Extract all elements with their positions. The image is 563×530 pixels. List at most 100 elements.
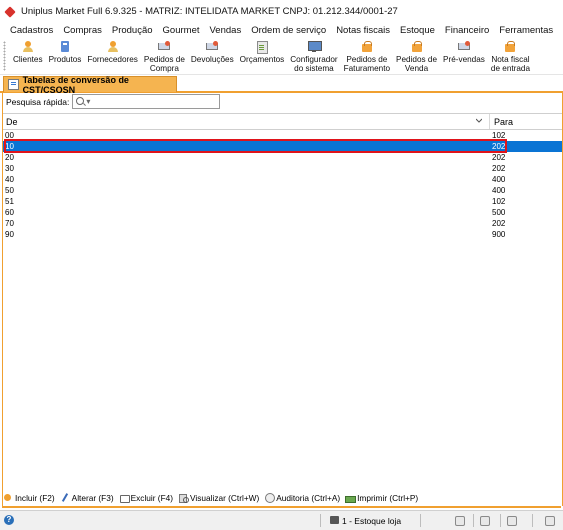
toolbar-button[interactable]: Clientes <box>10 38 46 64</box>
status-separator <box>500 514 501 527</box>
table-row[interactable]: 40 400 <box>3 174 562 185</box>
status-bar: ? 1 - Estoque loja <box>0 510 563 530</box>
table-row[interactable]: 70 202 <box>3 218 562 229</box>
print-icon <box>345 493 357 503</box>
cell-de: 00 <box>5 131 14 140</box>
toolbar-grip[interactable] <box>3 41 6 71</box>
search-label: Pesquisa rápida: <box>6 96 70 107</box>
action-bar: Incluir (F2) Alterar (F3) Excluir (F4) Visu… <box>3 491 562 504</box>
action-button[interactable]: Incluir (F2) <box>3 493 55 503</box>
cell-de: 51 <box>5 197 14 206</box>
cell-para: 500 <box>492 208 506 217</box>
toolbar-button-label: Configurador do sistema <box>290 55 338 73</box>
toolbar-button-label: Pedidos de Compra <box>143 55 185 73</box>
status-icon <box>480 516 490 526</box>
toolbar-button-label: Produtos <box>48 55 82 64</box>
action-label: Auditoria (Ctrl+A) <box>276 492 341 503</box>
selection-highlight-box <box>4 139 507 153</box>
tab-tabelas-conversao[interactable]: Tabelas de conversão de CST/CSOSN <box>3 75 177 95</box>
menu-item[interactable]: Ordem de serviço <box>246 25 331 36</box>
toolbar-button-label: Clientes <box>13 55 43 64</box>
toolbar-button[interactable]: Pedidos de Faturamento <box>341 38 393 73</box>
table-row[interactable]: 10 202 <box>3 139 562 153</box>
cell-de: 10 <box>5 142 14 151</box>
tab-strip: Tabelas de conversão de CST/CSOSN <box>0 75 563 95</box>
help-icon[interactable]: ? <box>4 515 14 525</box>
table-row[interactable]: 30 202 <box>3 163 562 174</box>
cell-de: 50 <box>5 186 14 195</box>
menu-item[interactable]: Financeiro <box>440 25 494 36</box>
table-body: 00 102 10 202 20 202 30 202 40 400 50 400 51 102 60 500… <box>3 130 562 240</box>
status-separator <box>320 514 321 527</box>
cart-icon <box>457 41 471 53</box>
toolbar-button-label: Pedidos de Venda <box>396 55 438 73</box>
window-title: Uniplus Market Full 6.9.325 - MATRIZ: IN… <box>21 6 398 17</box>
sort-chevron-icon[interactable] <box>476 118 482 124</box>
toolbar-button[interactable]: Produtos <box>46 38 85 64</box>
table-row[interactable]: 00 102 <box>3 130 562 141</box>
action-button[interactable]: Excluir (F4) <box>119 493 173 503</box>
status-icon <box>545 516 555 526</box>
action-button[interactable]: Imprimir (Ctrl+P) <box>345 493 418 503</box>
cell-para: 400 <box>492 175 506 184</box>
menu-item[interactable]: Ferramentas <box>494 25 558 36</box>
action-button[interactable]: Alterar (F3) <box>60 493 114 503</box>
toolbar-button-label: Pedidos de Faturamento <box>343 55 391 73</box>
search-icon <box>76 97 85 105</box>
toolbar-button-label: Nota fiscal de entrada <box>490 55 531 73</box>
plus-icon <box>3 493 13 502</box>
toolbar-button-label: Orçamentos <box>239 55 285 64</box>
cell-para: 102 <box>492 197 506 206</box>
action-label: Excluir (F4) <box>130 492 174 503</box>
chevron-down-icon[interactable]: ▾ <box>86 97 90 106</box>
content-panel: Pesquisa rápida: ▾ De Para 00 102 10 202 20 2… <box>2 93 563 506</box>
toolbar-button[interactable]: Orçamentos <box>237 38 288 64</box>
cell-para: 202 <box>492 153 506 162</box>
monitor-icon <box>307 41 322 53</box>
person-icon <box>106 41 120 53</box>
cart-icon <box>157 41 171 53</box>
toolbar-button-label: Fornecedores <box>87 55 138 64</box>
toolbar-button[interactable]: Configurador do sistema <box>287 38 340 73</box>
pencil-icon <box>60 493 70 502</box>
toolbar-button-label: Pré-vendas <box>443 55 485 64</box>
toolbar-button[interactable]: Pedidos de Compra <box>141 38 188 73</box>
cell-de: 90 <box>5 230 14 239</box>
cell-para: 102 <box>492 131 506 140</box>
menu-item[interactable]: Produção <box>107 25 158 36</box>
status-icon <box>507 516 517 526</box>
toolbar-button[interactable]: Nota fiscal de entrada <box>488 38 533 73</box>
store-icon <box>330 516 339 524</box>
menu-item[interactable]: Gourmet <box>158 25 205 36</box>
toolbar: Clientes Produtos Fornecedores Pedidos de C… <box>0 38 563 75</box>
toolbar-button[interactable]: Devoluções <box>188 38 237 64</box>
divider <box>2 506 561 508</box>
bag-icon <box>360 41 374 53</box>
bag-icon <box>410 41 424 53</box>
table-row[interactable]: 60 500 <box>3 207 562 218</box>
cell-de: 30 <box>5 164 14 173</box>
cell-para: 900 <box>492 230 506 239</box>
column-separator[interactable] <box>489 114 490 129</box>
menu-item[interactable]: Estoque <box>395 25 440 36</box>
search-input[interactable]: ▾ <box>72 94 221 109</box>
table-row[interactable]: 50 400 <box>3 185 562 196</box>
cart-icon <box>205 41 219 53</box>
action-button[interactable]: Visualizar (Ctrl+W) <box>178 493 259 503</box>
menu-item[interactable]: Compras <box>58 25 107 36</box>
column-header-de[interactable]: De <box>6 117 18 127</box>
table-row[interactable]: 51 102 <box>3 196 562 207</box>
table-row[interactable]: 20 202 <box>3 152 562 163</box>
action-button[interactable]: Auditoria (Ctrl+A) <box>264 493 340 503</box>
action-label: Alterar (F3) <box>71 492 114 503</box>
column-header-para[interactable]: Para <box>494 117 513 127</box>
toolbar-button[interactable]: Fornecedores <box>84 38 141 64</box>
menu-item[interactable]: Vendas <box>205 25 247 36</box>
toolbar-button[interactable]: Pedidos de Venda <box>393 38 440 73</box>
table-row[interactable]: 90 900 <box>3 229 562 240</box>
menu-item[interactable]: Notas fiscais <box>331 25 395 36</box>
menu-item[interactable]: Ajuda <box>558 25 563 36</box>
menu-item[interactable]: Cadastros <box>0 25 58 36</box>
toolbar-button[interactable]: Pré-vendas <box>440 38 488 64</box>
cell-de: 60 <box>5 208 14 217</box>
